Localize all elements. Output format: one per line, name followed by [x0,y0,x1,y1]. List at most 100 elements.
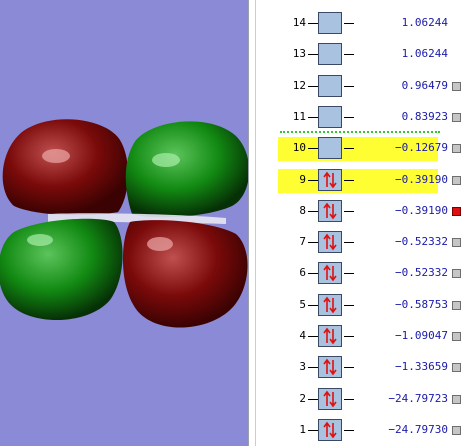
orbital-energy: −0.52332 [395,266,448,279]
energy-level-line [308,367,318,368]
panel-divider[interactable] [248,0,266,446]
orbital-number: 9 [299,173,306,186]
orbital-box[interactable] [318,200,342,222]
orbital-energy: −24.79730 [388,423,448,436]
orbital-number: 12 [292,79,306,92]
orbital-visibility-checkbox[interactable] [452,238,461,247]
energy-level-line [344,23,354,24]
up-down-arrows-icon [323,421,337,439]
orbital-energy-diagram: 14 1.06244 13 1.06244 12 0.96479 11 0.83923 10 −0… [266,0,472,446]
orbital-box[interactable] [318,75,342,97]
molecule-viewer[interactable] [0,0,248,446]
orbital-visibility-checkbox[interactable] [452,176,461,185]
orbital-row[interactable]: 6 −0.52332 [278,262,448,286]
orbital-box[interactable] [318,294,342,316]
orbital-number: 1 [299,423,306,436]
orbital-box[interactable] [318,419,342,441]
energy-level-line [344,273,354,274]
orbital-box[interactable] [318,388,342,410]
orbital-visibility-checkbox[interactable] [452,395,461,404]
orbital-number: 11 [292,110,306,123]
orbital-box[interactable] [318,325,342,347]
orbital-box[interactable] [318,43,342,65]
orbital-visibility-checkbox[interactable] [452,426,461,435]
up-down-arrows-icon [323,358,337,376]
orbital-visibility-checkbox[interactable] [452,301,461,310]
orbital-visibility-checkbox[interactable] [452,113,461,122]
orbital-number: 2 [299,392,306,405]
orbital-energy: −0.12679 [395,141,448,154]
orbital-box[interactable] [318,12,342,34]
orbital-box[interactable] [318,356,342,378]
orbital-render [0,119,248,328]
energy-level-line [344,336,354,337]
orbital-energy: −1.33659 [395,360,448,373]
energy-level-line [344,305,354,306]
orbital-box[interactable] [318,106,342,128]
orbital-energy: −0.39190 [395,204,448,217]
energy-level-line [308,180,318,181]
up-down-arrows-icon [323,327,337,345]
energy-level-line [344,54,354,55]
orbital-box[interactable] [318,137,342,159]
energy-level-line [344,430,354,431]
energy-level-line [344,367,354,368]
energy-level-line [344,399,354,400]
orbital-number: 3 [299,360,306,373]
orbital-row[interactable]: 9 −0.39190 [278,169,448,193]
orbital-box[interactable] [318,231,342,253]
orbital-energy: −0.58753 [395,298,448,311]
homo-lumo-separator [280,131,440,133]
energy-level-line [344,180,354,181]
orbital-number: 8 [299,204,306,217]
orbital-row[interactable]: 13 1.06244 [278,43,448,67]
orbital-row[interactable]: 10 −0.12679 [278,137,448,161]
orbital-row[interactable]: 5 −0.58753 [278,294,448,318]
orbital-number: 14 [292,16,306,29]
orbital-visibility-checkbox[interactable] [452,207,461,216]
energy-level-line [344,242,354,243]
orbital-row[interactable]: 2 −24.79723 [278,388,448,412]
energy-level-line [308,23,318,24]
up-down-arrows-icon [323,390,337,408]
orbital-box[interactable] [318,262,342,284]
energy-level-line [344,211,354,212]
orbital-lobe-positive-top [2,119,129,216]
energy-level-line [308,336,318,337]
orbital-row[interactable]: 14 1.06244 [278,12,448,36]
orbital-visibility-checkbox[interactable] [452,269,461,278]
orbital-row[interactable]: 7 −0.52332 [278,231,448,255]
orbital-row[interactable]: 4 −1.09047 [278,325,448,349]
orbital-row[interactable]: 3 −1.33659 [278,356,448,380]
orbital-lobe-negative-top [125,121,248,218]
energy-level-line [344,148,354,149]
orbital-number: 7 [299,235,306,248]
orbital-energy: 1.06244 [401,47,448,60]
orbital-visibility-checkbox[interactable] [452,144,461,153]
energy-level-line [308,242,318,243]
energy-level-line [308,399,318,400]
up-down-arrows-icon [323,264,337,282]
orbital-row[interactable]: 11 0.83923 [278,106,448,130]
energy-level-line [308,54,318,55]
orbital-visibility-checkbox[interactable] [452,82,461,91]
energy-level-line [308,211,318,212]
orbital-energy: 0.96479 [401,79,448,92]
orbital-visibility-checkbox[interactable] [452,363,461,372]
orbital-box[interactable] [318,169,342,191]
orbital-visibility-checkbox[interactable] [452,332,461,341]
orbital-row[interactable]: 8 −0.39190 [278,200,448,224]
orbital-energy: 1.06244 [401,16,448,29]
orbital-row[interactable]: 1 −24.79730 [278,419,448,443]
orbital-number: 5 [299,298,306,311]
orbital-number: 6 [299,266,306,279]
energy-level-line [308,273,318,274]
orbital-lobe-positive-bottom [122,220,248,328]
orbital-row[interactable]: 12 0.96479 [278,75,448,99]
up-down-arrows-icon [323,202,337,220]
up-down-arrows-icon [323,171,337,189]
orbital-number: 4 [299,329,306,342]
orbital-energy: −0.39190 [395,173,448,186]
up-down-arrows-icon [323,233,337,251]
orbital-energy: −1.09047 [395,329,448,342]
